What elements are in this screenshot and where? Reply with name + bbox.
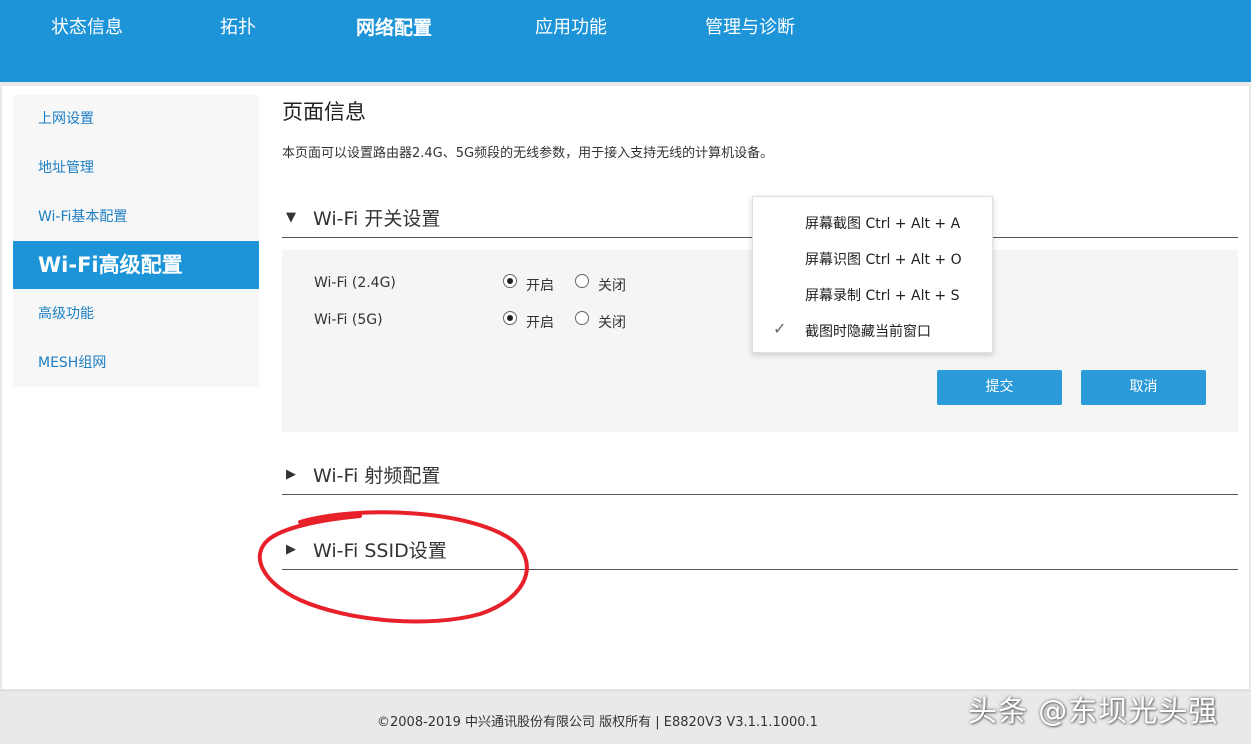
section-wifi-radio-header[interactable]: ▶ Wi-Fi 射频配置 [282,455,1238,495]
wifi-24g-on-radio[interactable] [503,274,517,288]
wifi-5g-on-radio[interactable] [503,311,517,325]
wifi-5g-label: Wi-Fi (5G) [314,312,383,328]
menu-item-hide-window[interactable]: 截图时隐藏当前窗口 [805,321,931,341]
footer-copyright: ©2008-2019 中兴通讯股份有限公司 版权所有 | E8820V3 V3.… [377,715,818,730]
wifi-24g-on-label: 开启 [526,278,554,294]
nav-network-config[interactable]: 网络配置 [356,16,432,40]
top-nav-bar: 状态信息 拓扑 网络配置 应用功能 管理与诊断 [0,0,1251,82]
watermark: 头条 @东坝光头强 [968,694,1219,728]
wifi-5g-off-radio[interactable] [575,311,589,325]
sidebar-item-address-management[interactable]: 地址管理 [38,158,94,178]
page-title: 页面信息 [282,100,366,124]
wifi-5g-on-label: 开启 [526,315,554,331]
sidebar-item-internet-settings[interactable]: 上网设置 [38,109,94,129]
sidebar-item-advanced-features[interactable]: 高级功能 [38,304,94,324]
triangle-right-icon: ▶ [286,467,296,482]
sidebar-item-mesh[interactable]: MESH组网 [38,353,106,373]
nav-topology[interactable]: 拓扑 [220,16,256,40]
sidebar-item-wifi-basic[interactable]: Wi-Fi基本配置 [38,207,127,227]
menu-item-image-recognition[interactable]: 屏幕识图 Ctrl + Alt + O [805,249,962,269]
nav-applications[interactable]: 应用功能 [535,16,607,40]
screenshot-context-menu: 屏幕截图 Ctrl + Alt + A 屏幕识图 Ctrl + Alt + O … [752,196,993,353]
checkmark-icon: ✓ [773,319,787,338]
wifi-5g-off-label: 关闭 [598,315,626,331]
sidebar-item-wifi-advanced[interactable]: Wi-Fi高级配置 [13,241,259,289]
section-wifi-ssid-header[interactable]: ▶ Wi-Fi SSID设置 [282,530,1238,570]
nav-management-diagnostics[interactable]: 管理与诊断 [705,16,795,40]
triangle-down-icon: ▼ [286,210,296,225]
cancel-button[interactable]: 取消 [1081,370,1206,405]
wifi-24g-off-label: 关闭 [598,278,626,294]
page-description: 本页面可以设置路由器2.4G、5G频段的无线参数，用于接入支持无线的计算机设备。 [282,146,774,161]
wifi-24g-label: Wi-Fi (2.4G) [314,275,396,291]
section-title: Wi-Fi SSID设置 [313,540,447,562]
nav-status-info[interactable]: 状态信息 [51,16,123,40]
menu-item-screenshot[interactable]: 屏幕截图 Ctrl + Alt + A [805,213,960,233]
section-title: Wi-Fi 射频配置 [313,465,441,487]
triangle-right-icon: ▶ [286,542,296,557]
menu-item-screen-record[interactable]: 屏幕录制 Ctrl + Alt + S [805,285,959,305]
submit-button[interactable]: 提交 [937,370,1062,405]
wifi-24g-off-radio[interactable] [575,274,589,288]
section-title: Wi-Fi 开关设置 [313,208,441,230]
